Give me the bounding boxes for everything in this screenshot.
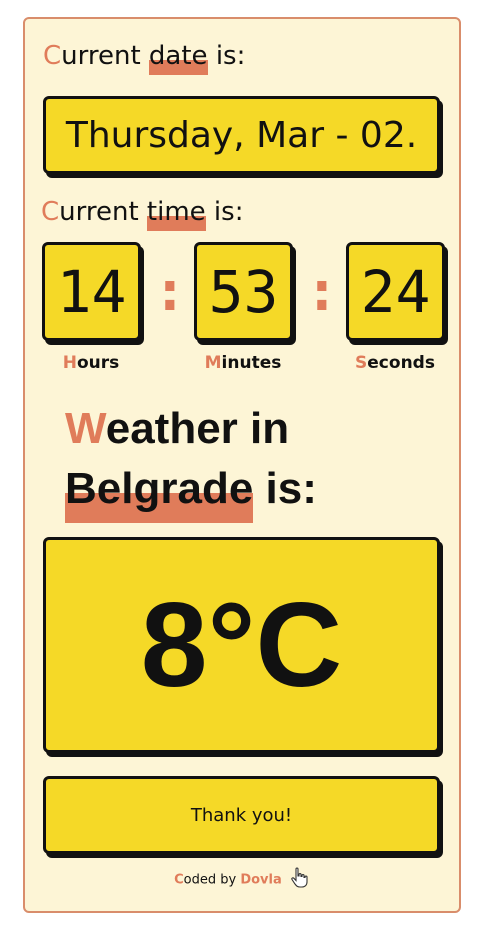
seconds-label: Seconds	[355, 353, 435, 373]
date-highlight: date	[148, 41, 208, 75]
time-label: Current time is:	[41, 197, 244, 231]
hand-pointer-icon	[290, 867, 310, 893]
weather-title: Weather in Belgrade is:	[65, 399, 317, 523]
time-highlight: time	[146, 197, 206, 231]
minutes-display: 53	[194, 242, 293, 341]
temperature-display: 8°C	[43, 537, 440, 753]
thank-you-button[interactable]: Thank you!	[43, 776, 440, 854]
city-highlight: Belgrade	[65, 459, 254, 523]
author-link[interactable]: Dovla	[240, 873, 281, 888]
main-card: Current date is: Thursday, Mar - 02. Cur…	[23, 17, 461, 913]
seconds-display: 24	[346, 242, 445, 341]
time-separator: :	[153, 259, 187, 324]
hours-display: 14	[42, 242, 141, 341]
minutes-label: Minutes	[204, 353, 282, 373]
footer-credit: Coded by Dovla	[25, 867, 459, 893]
date-display: Thursday, Mar - 02.	[43, 96, 440, 174]
time-separator: :	[305, 259, 339, 324]
date-label: Current date is:	[43, 41, 246, 75]
hours-label: Hours	[62, 353, 120, 373]
